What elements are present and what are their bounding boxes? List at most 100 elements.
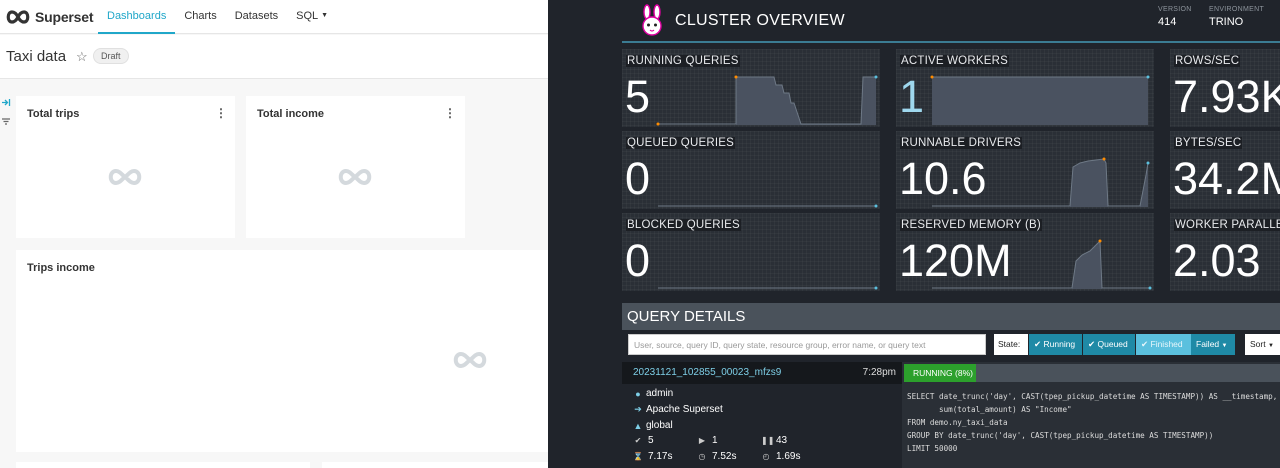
sparkline-chart: [932, 157, 1150, 207]
superset-window: Superset Dashboards Charts Datasets SQL ▼…: [0, 0, 548, 468]
query-search-input[interactable]: User, source, query ID, query state, res…: [628, 334, 986, 355]
dashboard-icon: ◴: [762, 452, 770, 461]
sql-line: GROUP BY date_trunc('day', CAST(tpep_pic…: [907, 431, 1214, 440]
filter-running-button[interactable]: ✔ Running: [1029, 334, 1082, 355]
completed-splits-value: 5: [648, 435, 654, 446]
metric-label: ACTIVE WORKERS: [900, 55, 1009, 67]
metric-label: QUEUED QUERIES: [626, 137, 735, 149]
metric-value: 34.2M: [1173, 153, 1280, 204]
nav-datasets[interactable]: Datasets: [226, 0, 287, 34]
check-icon: ✔: [1141, 339, 1149, 349]
state-filter-label: State:: [994, 334, 1028, 355]
status-badge: Draft: [93, 48, 129, 64]
chart-card-partial: [322, 462, 548, 468]
metric-label: RUNNABLE DRIVERS: [900, 137, 1023, 149]
nav-charts[interactable]: Charts: [175, 0, 225, 34]
star-icon[interactable]: ☆: [76, 49, 88, 65]
road-icon: ▲: [633, 420, 643, 431]
kebab-menu-icon[interactable]: ⋮: [215, 107, 227, 119]
superset-navbar: Superset Dashboards Charts Datasets SQL ▼: [0, 0, 548, 34]
query-time: 7:28pm: [862, 367, 896, 378]
completed-splits: ✔ 5: [633, 435, 654, 446]
caret-down-icon: ▼: [321, 12, 329, 20]
metric-label: RUNNING QUERIES: [626, 55, 740, 67]
dashboard-title[interactable]: Taxi data: [6, 48, 66, 65]
sort-dropdown[interactable]: Sort ▼: [1245, 334, 1280, 355]
sparkline-chart: [932, 239, 1152, 290]
trino-bunny-logo-icon: [642, 4, 662, 36]
login-icon: ➔: [634, 404, 642, 414]
check-icon: ✔: [1088, 339, 1096, 349]
metric-value: 1: [899, 71, 925, 122]
metric-running-queries: RUNNING QUERIES 5: [622, 49, 880, 127]
source-value: Apache Superset: [646, 404, 723, 415]
nav-dashboards[interactable]: Dashboards: [98, 0, 176, 34]
metric-label: BLOCKED QUERIES: [626, 219, 741, 231]
query-resource-group: ▲ global: [633, 420, 673, 431]
query-filter-bar: User, source, query ID, query state, res…: [622, 330, 1280, 360]
chart-card-partial: [16, 462, 310, 468]
version-label: VERSION: [1158, 6, 1192, 13]
query-id-link[interactable]: 20231121_102855_00023_mfzs9: [633, 367, 781, 378]
query-summary: 20231121_102855_00023_mfzs9 7:28pm ● admi…: [622, 362, 902, 468]
checkmark-icon: ✔: [634, 436, 642, 445]
superset-logo[interactable]: Superset: [5, 7, 94, 27]
environment-label: ENVIRONMENT: [1209, 6, 1265, 13]
trino-window: CLUSTER OVERVIEW VERSION 414 ENVIRONMENT…: [548, 0, 1280, 468]
metric-value: 2.03: [1173, 235, 1261, 286]
metric-bytes-per-sec: BYTES/SEC 34.2M: [1170, 131, 1280, 209]
page-title: CLUSTER OVERVIEW: [675, 12, 845, 29]
user-value: admin: [646, 388, 674, 399]
hourglass-icon: ⌛: [633, 452, 643, 461]
play-icon: ▶: [698, 436, 706, 445]
filter-failed-dropdown[interactable]: Failed ▼: [1191, 334, 1235, 355]
chart-title: Total trips: [27, 108, 80, 120]
filter-finished-button[interactable]: ✔ Finished: [1136, 334, 1191, 355]
superset-logo-icon: [6, 10, 30, 24]
query-details-header: QUERY DETAILS: [622, 303, 1280, 330]
loading-infinity-icon: [453, 351, 487, 369]
loading-infinity-icon: [108, 168, 142, 186]
user-icon: ●: [635, 388, 641, 399]
sort-label: Sort: [1250, 339, 1266, 349]
sparkline-chart: [656, 75, 878, 126]
query-sql[interactable]: SELECT date_trunc('day', CAST(tpep_picku…: [907, 390, 1277, 455]
sparkline-chart: [658, 286, 878, 290]
metric-runnable-drivers: RUNNABLE DRIVERS 10.6: [896, 131, 1154, 209]
nav-sql[interactable]: SQL ▼: [287, 0, 337, 34]
query-status: RUNNING (8%): [904, 364, 976, 382]
metric-rows-per-sec: ROWS/SEC 7.93K: [1170, 49, 1280, 127]
filter-icon[interactable]: [1, 117, 11, 126]
caret-down-icon: ▼: [1221, 343, 1228, 349]
query-detail-panel: RUNNING (8%) SELECT date_trunc('day', CA…: [902, 362, 1280, 468]
query-source: ➔ Apache Superset: [633, 404, 723, 415]
wall-time: ⌛ 7.17s: [633, 451, 672, 462]
loading-infinity-icon: [338, 168, 372, 186]
metric-worker-parallelism: WORKER PARALLELISM 2.03: [1170, 213, 1280, 291]
query-item: 20231121_102855_00023_mfzs9 7:28pm ● admi…: [622, 362, 1280, 468]
query-id-row: 20231121_102855_00023_mfzs9 7:28pm: [622, 362, 902, 384]
metric-reserved-memory: RESERVED MEMORY (B) 120M: [896, 213, 1154, 291]
chart-title: Trips income: [27, 262, 95, 274]
filter-queued-button[interactable]: ✔ Queued: [1083, 334, 1135, 355]
running-splits: ▶ 1: [697, 435, 718, 446]
dashboard-header: Taxi data ☆ Draft: [0, 35, 548, 79]
expand-right-icon[interactable]: [1, 98, 11, 107]
section-title: QUERY DETAILS: [627, 308, 746, 325]
metric-label: RESERVED MEMORY (B): [900, 219, 1042, 231]
brand-name: Superset: [35, 9, 94, 25]
metric-active-workers: ACTIVE WORKERS 1: [896, 49, 1154, 127]
metric-queued-queries: QUEUED QUERIES 0: [622, 131, 880, 209]
filter-label: Queued: [1097, 339, 1128, 349]
kebab-menu-icon[interactable]: ⋮: [444, 107, 456, 119]
main-menu: Dashboards Charts Datasets SQL ▼: [98, 0, 337, 34]
cpu-time: ◴ 1.69s: [761, 451, 801, 462]
resource-group-value: global: [646, 420, 673, 431]
metric-value: 0: [625, 153, 651, 204]
metric-value: 0: [625, 235, 651, 286]
query-progress-bar: RUNNING (8%): [904, 364, 1280, 382]
query-user: ● admin: [633, 388, 673, 399]
filter-label: Failed: [1196, 339, 1220, 349]
pause-icon: ❚❚: [761, 436, 775, 445]
metric-label: ROWS/SEC: [1174, 55, 1241, 67]
